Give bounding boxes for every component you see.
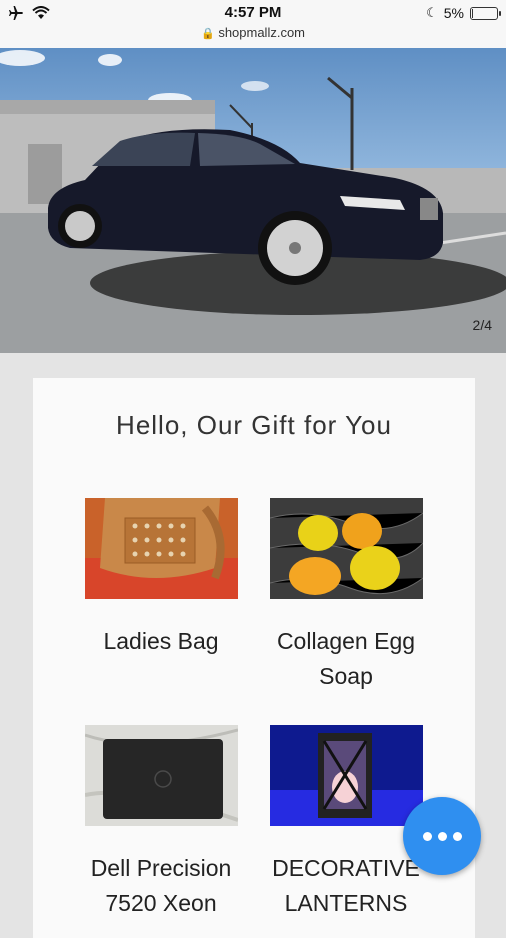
url-text: shopmallz.com	[218, 25, 306, 40]
more-options-button[interactable]	[403, 797, 481, 875]
hero-image	[0, 50, 506, 353]
hero-carousel[interactable]: 2/4	[0, 48, 506, 353]
more-dots-icon	[422, 831, 432, 841]
lock-icon: 🔒	[200, 28, 215, 40]
battery-percent: 5%	[443, 5, 464, 21]
battery-icon	[470, 6, 501, 20]
carousel-pager: 2/4	[472, 317, 492, 333]
product-name-collagen-soap[interactable]: Collagen Egg Soap	[251, 624, 441, 694]
product-image-collagen-soap[interactable]	[270, 498, 423, 599]
moon-icon: ☾	[426, 5, 438, 20]
section-title: Hello, Our Gift for You	[116, 410, 392, 440]
product-image-ladies-bag[interactable]	[85, 498, 238, 599]
product-name-dell-laptop[interactable]: Dell Precision 7520 Xeon	[66, 851, 256, 921]
product-image-lantern[interactable]	[270, 725, 423, 826]
product-image-dell-laptop[interactable]	[85, 725, 238, 826]
product-name-ladies-bag[interactable]: Ladies Bag	[66, 624, 256, 659]
battery-level	[472, 8, 473, 18]
status-bar: 4:57 PM 🔒 shopmallz.com ☾ 5%	[0, 0, 506, 48]
url-bar[interactable]: 🔒 shopmallz.com	[0, 25, 506, 40]
